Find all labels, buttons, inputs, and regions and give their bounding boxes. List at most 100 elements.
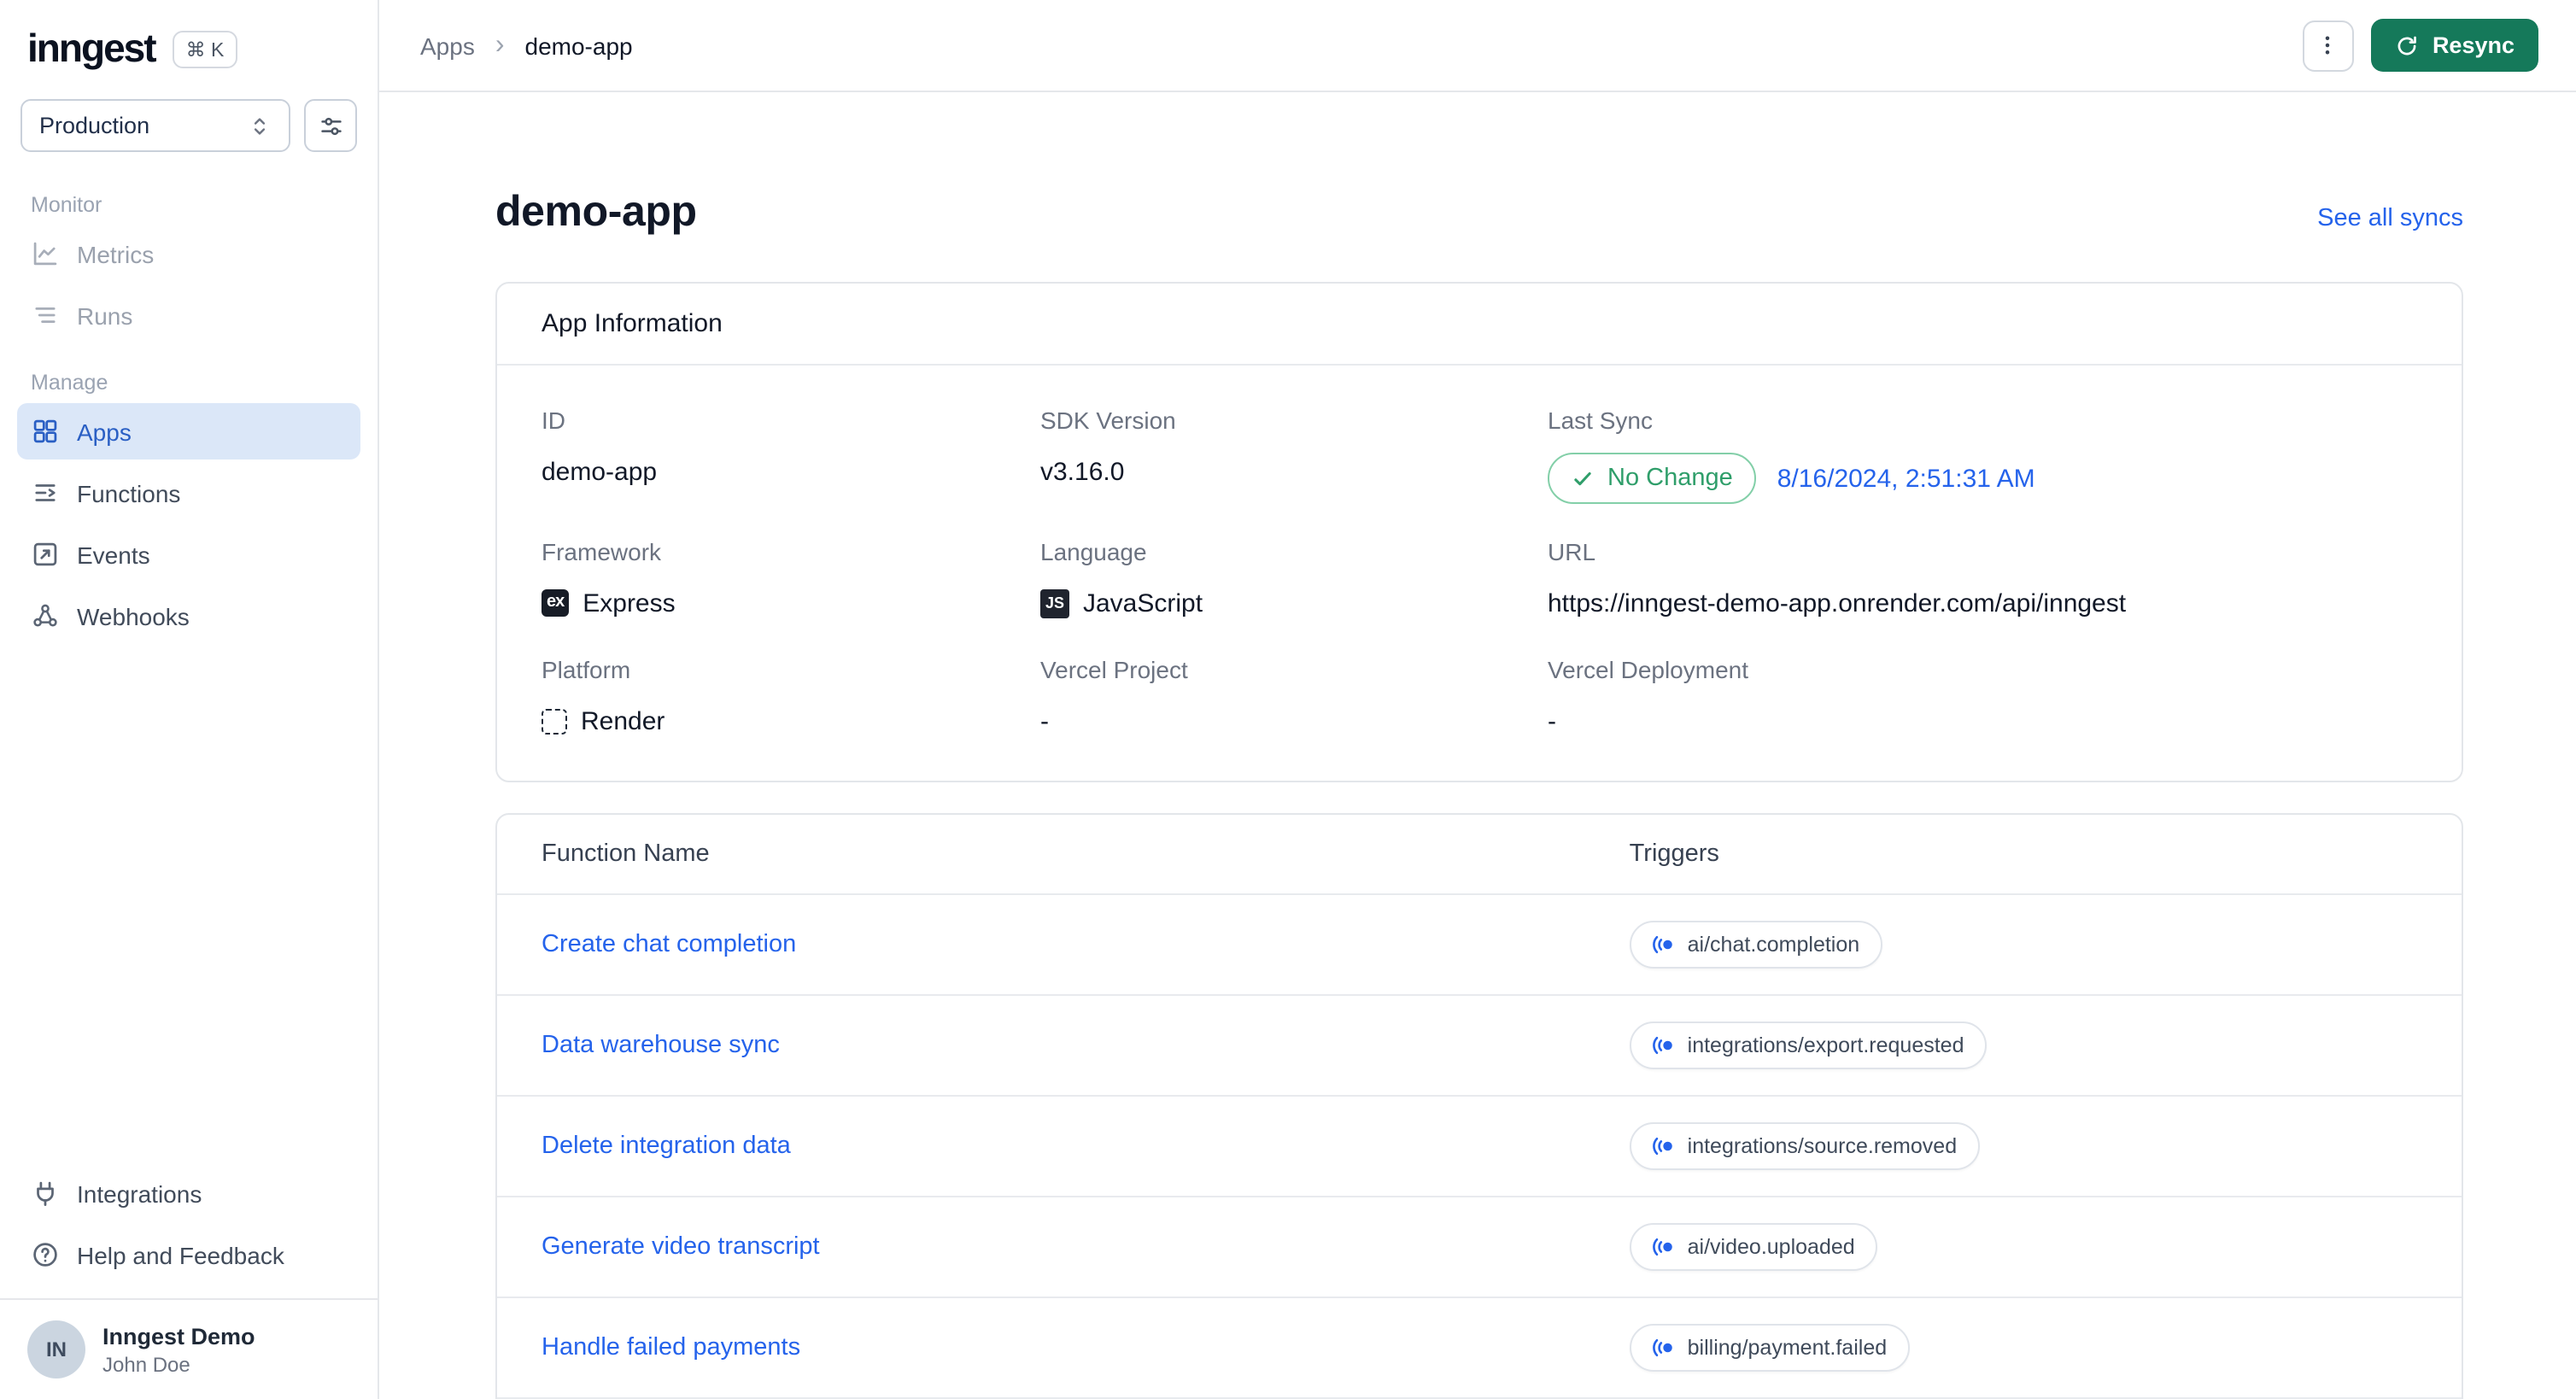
sidebar-item-functions[interactable]: Functions — [17, 465, 360, 521]
url-value: https://inngest-demo-app.onrender.com/ap… — [1548, 588, 2127, 618]
field-sdk-version: SDK Version v3.16.0 — [1040, 372, 1527, 504]
field-label: ID — [542, 407, 565, 434]
breadcrumb-current: demo-app — [524, 32, 633, 59]
express-icon: ex — [542, 589, 570, 617]
trigger-pill: integrations/source.removed — [1629, 1122, 1980, 1170]
sidebar-item-label: Metrics — [77, 240, 155, 267]
kebab-icon — [2315, 32, 2341, 58]
field-language: Language JS JavaScript — [1040, 504, 1527, 622]
events-icon — [31, 540, 60, 569]
app-root: inngest ⌘ K Production Monitor Metrics R… — [0, 0, 2576, 1399]
functions-icon — [31, 478, 60, 507]
field-vercel-deployment: Vercel Deployment - — [1548, 622, 2417, 740]
field-label: Framework — [542, 538, 662, 565]
no-change-label: No Change — [1607, 465, 1733, 492]
environment-select[interactable]: Production — [20, 99, 290, 152]
trigger-pill: billing/payment.failed — [1629, 1324, 1910, 1372]
trigger-name: ai/video.uploaded — [1687, 1235, 1855, 1259]
environment-select-value: Production — [39, 113, 150, 138]
more-options-button[interactable] — [2302, 20, 2354, 71]
sidebar-item-label: Functions — [77, 479, 181, 506]
app-information-grid: ID demo-app SDK Version v3.16.0 Last Syn… — [497, 366, 2462, 781]
framework-name: Express — [583, 588, 676, 618]
field-framework: Framework ex Express — [542, 504, 1020, 622]
user-info: Inngest Demo John Doe — [102, 1323, 255, 1376]
resync-button[interactable]: Resync — [2370, 19, 2538, 72]
sidebar-item-integrations[interactable]: Integrations — [17, 1165, 360, 1221]
apps-grid-icon — [31, 417, 60, 446]
function-link[interactable]: Generate video transcript — [542, 1233, 820, 1261]
event-pulse-icon — [1652, 1336, 1676, 1360]
breadcrumb-apps[interactable]: Apps — [420, 32, 475, 59]
event-pulse-icon — [1652, 1134, 1676, 1158]
field-label: URL — [1548, 538, 1596, 565]
app-information-title: App Information — [497, 284, 2462, 366]
chevron-right-icon: › — [495, 30, 505, 59]
table-row: Handle failed payments billing/payment.f… — [497, 1297, 2462, 1397]
framework-value: ex Express — [542, 584, 1020, 622]
table-row: Data warehouse sync integrations/export.… — [497, 994, 2462, 1095]
nav-section-monitor: Monitor — [31, 193, 102, 217]
table-row: Delete integration data integrations/sou… — [497, 1095, 2462, 1196]
javascript-icon: JS — [1040, 588, 1069, 618]
main: Apps › demo-app Resync demo-app See all … — [379, 0, 2576, 1399]
field-vercel-project: Vercel Project - — [1040, 622, 1527, 740]
trigger-pill: ai/video.uploaded — [1629, 1223, 1877, 1271]
topbar: Apps › demo-app Resync — [379, 0, 2576, 92]
chart-line-icon — [31, 239, 60, 268]
no-change-badge: No Change — [1548, 453, 1757, 504]
sidebar-item-events[interactable]: Events — [17, 526, 360, 582]
command-k-shortcut: ⌘ K — [172, 30, 238, 67]
environment-settings-button[interactable] — [304, 99, 357, 152]
topbar-actions: Resync — [2302, 19, 2538, 72]
function-link[interactable]: Data warehouse sync — [542, 1032, 780, 1059]
render-icon — [542, 708, 567, 734]
field-label: SDK Version — [1040, 407, 1176, 434]
sidebar-item-runs[interactable]: Runs — [17, 287, 360, 343]
resync-icon — [2395, 33, 2419, 57]
table-row: Generate video transcript ai/video.uploa… — [497, 1196, 2462, 1297]
sidebar-item-label: Webhooks — [77, 602, 190, 629]
see-all-syncs-link[interactable]: See all syncs — [2317, 205, 2463, 232]
language-name: JavaScript — [1083, 588, 1203, 618]
page-head: demo-app See all syncs — [495, 188, 2463, 237]
help-circle-icon — [31, 1240, 60, 1269]
field-id: ID demo-app — [542, 372, 1020, 504]
trigger-pill: integrations/export.requested — [1629, 1021, 1987, 1069]
field-value: v3.16.0 — [1040, 457, 1125, 486]
platform-name: Render — [581, 706, 665, 735]
functions-table-header: Function Name Triggers — [497, 815, 2462, 893]
field-label: Vercel Deployment — [1548, 656, 1749, 683]
function-link[interactable]: Handle failed payments — [542, 1334, 800, 1361]
functions-card: Function Name Triggers Create chat compl… — [495, 813, 2463, 1399]
sidebar-item-apps[interactable]: Apps — [17, 403, 360, 460]
language-value: JS JavaScript — [1040, 584, 1527, 622]
field-value: - — [1040, 706, 1049, 735]
environment-row: Production — [0, 85, 378, 162]
function-link[interactable]: Create chat completion — [542, 931, 796, 958]
last-sync-timestamp[interactable]: 8/16/2024, 2:51:31 AM — [1777, 464, 2035, 493]
check-icon — [1572, 467, 1594, 489]
sidebar-item-label: Help and Feedback — [77, 1241, 284, 1268]
user-menu[interactable]: IN Inngest Demo John Doe — [0, 1298, 378, 1399]
trigger-pill: ai/chat.completion — [1629, 921, 1882, 969]
app-information-card: App Information ID demo-app SDK Version … — [495, 282, 2463, 782]
inngest-logo[interactable]: inngest — [27, 26, 157, 72]
sidebar-nav: Monitor Metrics Runs Manage Apps Functio… — [0, 162, 378, 1156]
event-pulse-icon — [1652, 933, 1676, 957]
function-link[interactable]: Delete integration data — [542, 1133, 791, 1160]
platform-value: Render — [542, 702, 1020, 740]
sidebar-item-metrics[interactable]: Metrics — [17, 225, 360, 282]
column-function-name: Function Name — [542, 840, 710, 868]
sidebar-footer: Integrations Help and Feedback — [0, 1156, 378, 1298]
resync-label: Resync — [2432, 32, 2515, 58]
nav-section-manage: Manage — [31, 371, 108, 395]
user-name: Inngest Demo — [102, 1323, 255, 1349]
sidebar-item-help[interactable]: Help and Feedback — [17, 1226, 360, 1283]
logo-row: inngest ⌘ K — [0, 0, 378, 85]
sidebar-item-webhooks[interactable]: Webhooks — [17, 588, 360, 644]
breadcrumb: Apps › demo-app — [420, 30, 633, 59]
field-last-sync: Last Sync No Change 8/16/2024, 2:51:31 A… — [1548, 372, 2417, 504]
field-value: demo-app — [542, 457, 658, 486]
sidebar-item-label: Integrations — [77, 1179, 202, 1207]
